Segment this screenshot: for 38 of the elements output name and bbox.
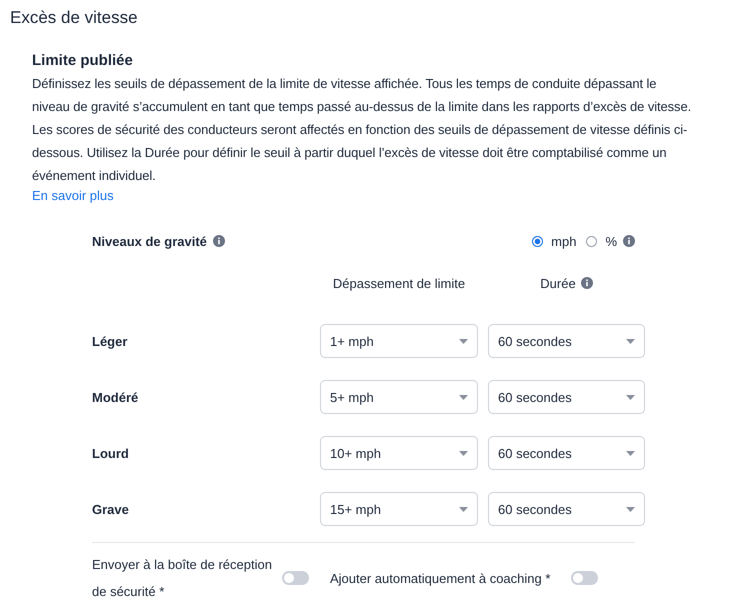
column-header: Durée (540, 276, 576, 290)
caret-icon (626, 394, 635, 400)
caret-icon (626, 338, 635, 344)
threshold-dropdown[interactable]: 1+ mph (320, 324, 478, 358)
caret-icon (459, 394, 468, 400)
toggle-switch[interactable] (571, 571, 598, 585)
level-label: Léger (92, 334, 128, 348)
caret-icon (459, 450, 468, 456)
level-label: Lourd (92, 446, 129, 460)
unit-label: mph (551, 234, 576, 248)
threshold-dropdown[interactable]: 5+ mph (320, 380, 478, 414)
info-icon[interactable] (212, 235, 225, 247)
duration-dropdown[interactable]: 60 secondes (488, 380, 645, 414)
caret-icon (459, 338, 468, 344)
level-label: Modéré (92, 390, 138, 404)
description: Définissez les seuils de dépassement de la limite de vitesse affichée. Tous les temps de conduite dépassant le niveau de gravité s’accumulent en tant que temps passé au-dessus de la limite dans les rapports d’excès de vitesse. Les scores de sécurité des conducteurs seront affectés en fonction des seuils de dépassement de vitesse définis ci-dessous. Utilisez la Durée pour définir le seuil à partir duquel l’excès de vitesse doit être comptabilisé comme un événement individuel. (32, 75, 692, 185)
threshold-dropdown[interactable]: 10+ mph (320, 436, 478, 470)
caret-icon (626, 450, 635, 456)
severity-label: Niveaux de gravité (92, 234, 207, 248)
learn-more-link[interactable]: En savoir plus (32, 188, 114, 203)
level-label: Grave (92, 502, 129, 516)
toggle-label: Ajouter automatiquement à coaching * (330, 570, 550, 588)
duration-dropdown[interactable]: 60 secondes (488, 324, 645, 358)
page-title: Excès de vitesse (10, 8, 138, 28)
unit-label: % (605, 234, 617, 248)
radio-button[interactable] (532, 236, 544, 246)
info-icon[interactable] (623, 235, 635, 247)
toggle-switch[interactable] (282, 571, 309, 585)
threshold-dropdown[interactable]: 15+ mph (320, 492, 478, 526)
duration-dropdown[interactable]: 60 secondes (488, 492, 645, 526)
info-icon[interactable] (580, 277, 593, 289)
radio-button[interactable] (586, 236, 598, 246)
caret-icon (459, 506, 468, 512)
column-header: Dépassement de limite (332, 276, 466, 290)
caret-icon (626, 506, 635, 512)
duration-dropdown[interactable]: 60 secondes (488, 436, 645, 470)
section-title: Limite publiée (32, 52, 133, 69)
toggle-label: Envoyer à la boîte de réception de sécurité * (92, 556, 273, 600)
